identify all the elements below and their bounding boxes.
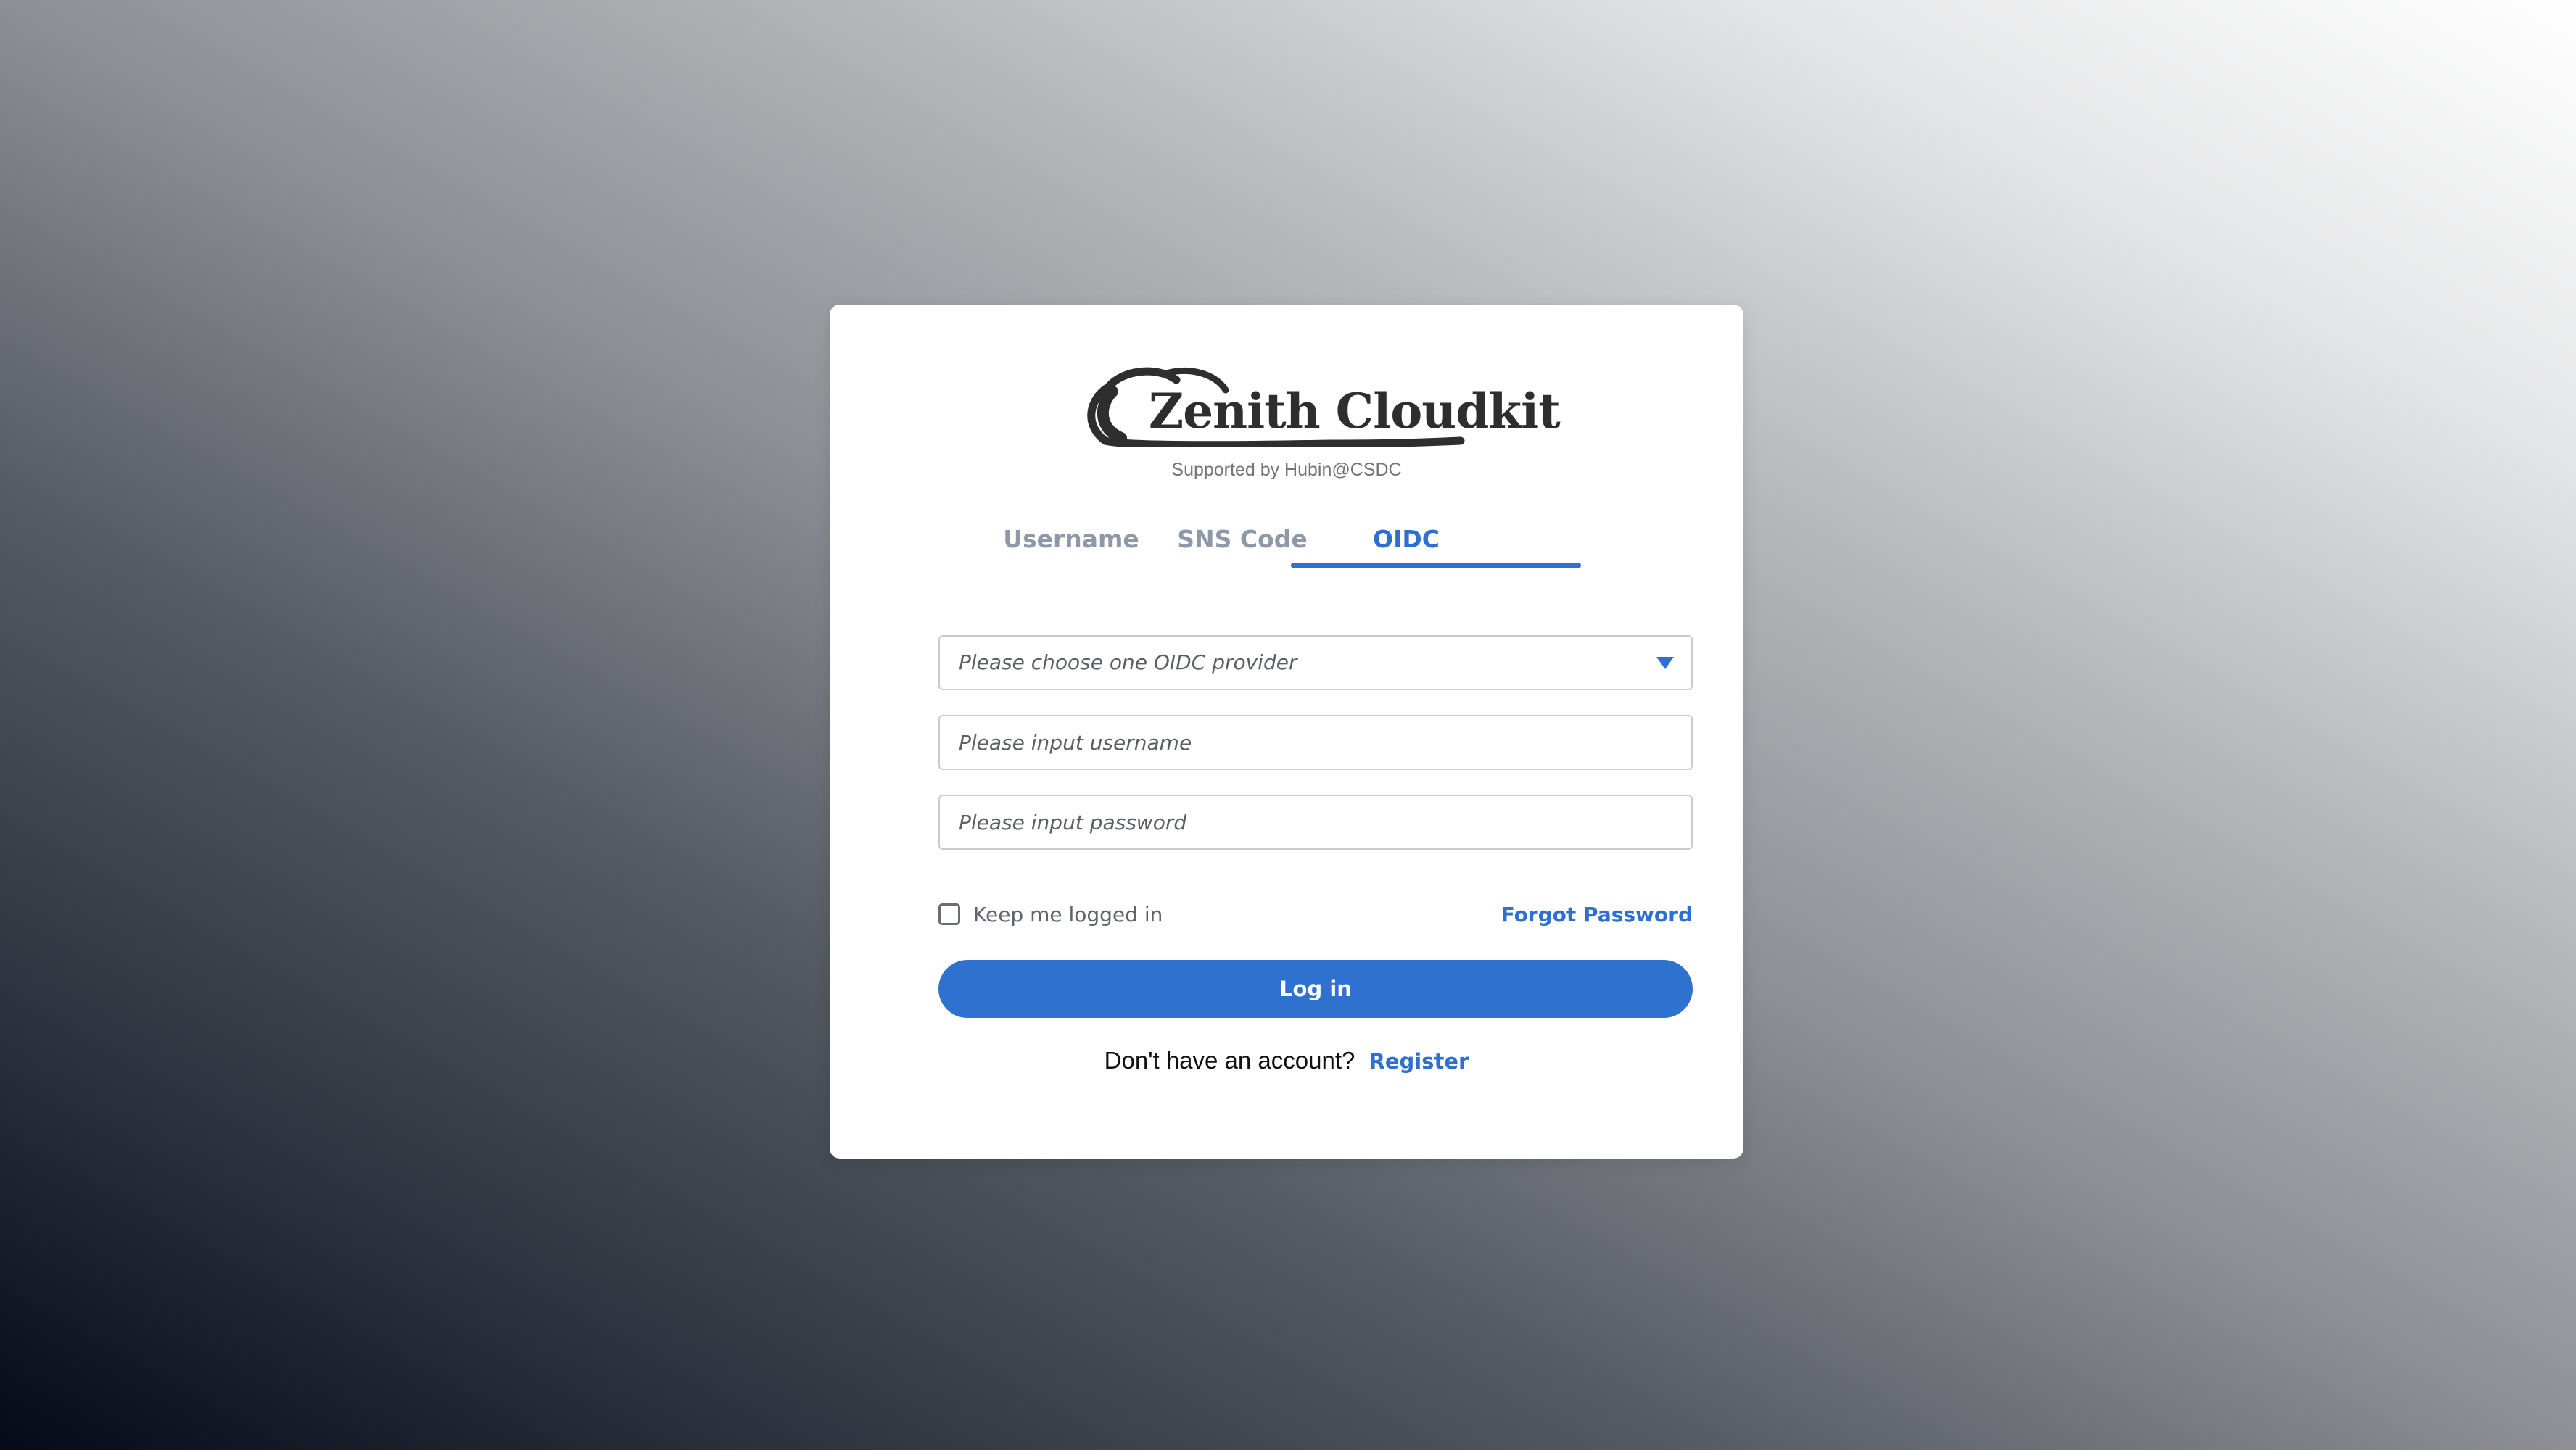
register-row: Don't have an account? Register <box>830 1047 1743 1074</box>
register-link[interactable]: Register <box>1369 1049 1469 1074</box>
login-card: Zenith Cloudkit Supported by Hubin@CSDC … <box>830 304 1743 1159</box>
supported-by-text: Supported by Hubin@CSDC <box>1171 460 1402 480</box>
caret-down-icon <box>1656 657 1674 669</box>
oidc-provider-select[interactable]: Please choose one OIDC provider <box>938 635 1693 690</box>
password-input[interactable] <box>940 796 1691 848</box>
logo-text: Zenith Cloudkit <box>1149 383 1561 439</box>
tab-oidc[interactable]: OIDC <box>1294 516 1519 563</box>
forgot-password-link[interactable]: Forgot Password <box>1501 900 1693 929</box>
oidc-provider-placeholder: Please choose one OIDC provider <box>959 650 1297 674</box>
username-field-wrapper <box>938 715 1693 770</box>
login-method-tabs: Username SNS Code OIDC <box>938 516 1693 568</box>
username-input[interactable] <box>940 716 1691 768</box>
register-prompt: Don't have an account? <box>1104 1047 1355 1074</box>
login-button[interactable]: Log in <box>938 960 1693 1018</box>
password-field-wrapper <box>938 795 1693 850</box>
active-tab-indicator <box>1291 563 1581 568</box>
options-row: Keep me logged in Forgot Password <box>938 900 1693 929</box>
tab-username[interactable]: Username <box>995 516 1147 563</box>
brand-logo: Zenith Cloudkit <box>1083 365 1561 447</box>
keep-logged-in-label[interactable]: Keep me logged in <box>973 900 1163 929</box>
keep-logged-in-checkbox[interactable] <box>938 903 960 925</box>
